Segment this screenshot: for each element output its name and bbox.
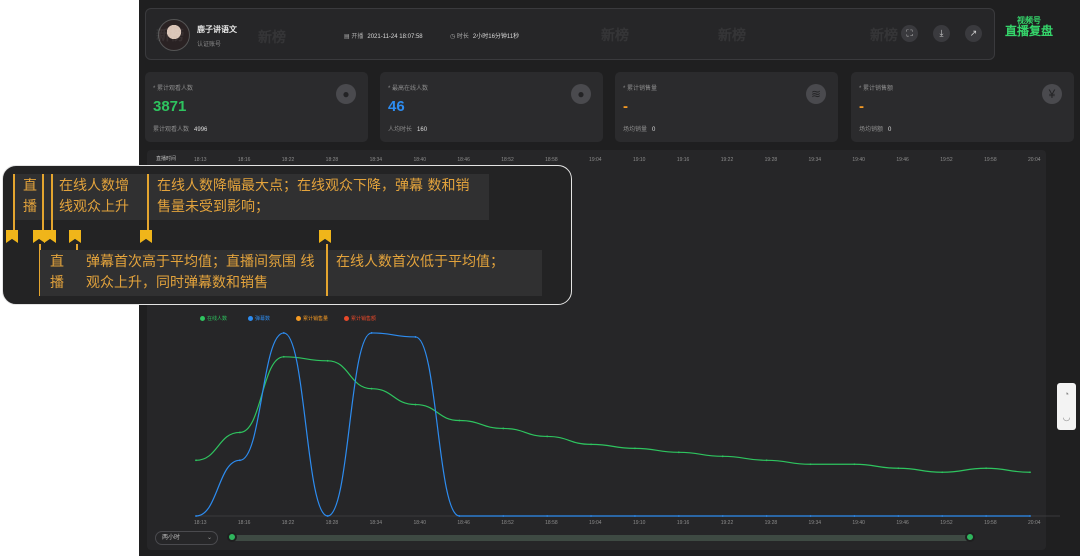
data-point bbox=[458, 515, 461, 517]
slider-start-handle[interactable] bbox=[227, 532, 237, 542]
data-point bbox=[238, 459, 241, 462]
data-point bbox=[721, 515, 724, 517]
data-point bbox=[546, 435, 549, 438]
data-point bbox=[634, 447, 636, 450]
data-point bbox=[1029, 515, 1031, 517]
chat-icon[interactable]: ◔ bbox=[1057, 383, 1076, 406]
data-point bbox=[238, 431, 241, 434]
headset-icon[interactable]: ◡ bbox=[1057, 406, 1076, 429]
data-point bbox=[677, 515, 680, 517]
series-line bbox=[195, 356, 1031, 473]
data-point bbox=[985, 515, 988, 517]
data-point bbox=[414, 336, 417, 338]
data-point bbox=[985, 467, 988, 470]
data-point bbox=[721, 455, 724, 458]
annotation-note: 在线人数增 线观众上升 bbox=[51, 174, 149, 220]
data-point bbox=[941, 515, 944, 517]
time-range-value: 两小时 bbox=[162, 535, 181, 541]
data-point bbox=[590, 515, 592, 517]
annotation-note: 直播 幕数 bbox=[40, 250, 78, 296]
data-point bbox=[326, 359, 329, 362]
side-toolbar: ◔ ◡ bbox=[1057, 383, 1076, 430]
data-point bbox=[634, 515, 636, 517]
data-point bbox=[897, 515, 900, 517]
annotation-line bbox=[13, 174, 15, 232]
data-point bbox=[195, 515, 197, 517]
data-point bbox=[941, 471, 944, 474]
time-range-select[interactable]: 两小时 ⌄ bbox=[155, 531, 218, 545]
data-point bbox=[282, 355, 285, 358]
annotation-line bbox=[42, 174, 44, 232]
time-range-slider[interactable] bbox=[227, 532, 975, 542]
data-point bbox=[1029, 471, 1031, 474]
data-point bbox=[853, 515, 856, 517]
data-point bbox=[677, 451, 680, 454]
bookmark-icon[interactable] bbox=[140, 230, 152, 243]
bookmark-icon[interactable] bbox=[44, 230, 56, 243]
data-point bbox=[546, 515, 549, 517]
data-point bbox=[458, 419, 461, 422]
data-point bbox=[414, 403, 417, 406]
data-point bbox=[590, 443, 592, 446]
data-point bbox=[195, 459, 197, 462]
annotation-note: 在线人数首次低于平均值； bbox=[328, 250, 542, 296]
slider-end-handle[interactable] bbox=[965, 532, 975, 542]
data-point bbox=[765, 515, 768, 517]
data-point bbox=[897, 467, 900, 470]
annotation-line bbox=[51, 174, 53, 232]
annotation-note: 直播 幕数 bbox=[13, 174, 51, 220]
data-point bbox=[809, 515, 812, 517]
data-point bbox=[765, 459, 768, 462]
annotation-line bbox=[147, 174, 149, 232]
bookmark-icon[interactable] bbox=[6, 230, 18, 243]
annotation-popup: 直播 幕数 在线人数增 线观众上升 在线人数降幅最大点；在线观众下降，弹幕 数和… bbox=[2, 165, 572, 305]
data-point bbox=[282, 332, 285, 334]
annotation-note: 弹幕首次高于平均值；直播间氛围 线观众上升，同时弹幕数和销售 bbox=[78, 250, 326, 296]
annotation-note: 在线人数降幅最大点；在线观众下降，弹幕 数和销售量未受到影响； bbox=[149, 174, 489, 220]
data-point bbox=[809, 463, 812, 466]
data-point bbox=[370, 332, 373, 334]
data-point bbox=[370, 387, 373, 390]
data-point bbox=[502, 427, 505, 430]
data-point bbox=[853, 463, 856, 466]
data-point bbox=[326, 515, 329, 517]
data-point bbox=[502, 515, 505, 517]
bookmark-icon[interactable] bbox=[69, 230, 81, 243]
bookmark-icon[interactable] bbox=[33, 230, 45, 243]
chevron-down-icon: ⌄ bbox=[206, 535, 212, 541]
bookmark-icon[interactable] bbox=[319, 230, 331, 243]
